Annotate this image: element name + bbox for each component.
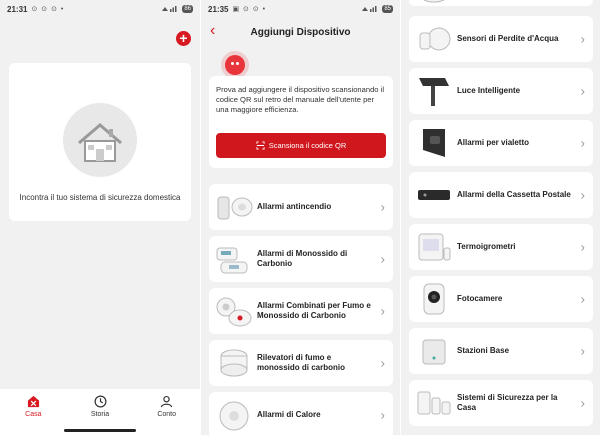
home-screen: 21:31 ⊙ ⊙ ⊙ • 86 + Incontra il tuo siste… [0, 0, 200, 435]
device-label: Termoigrometri [457, 242, 516, 251]
driveway-alarm-icon [423, 129, 445, 157]
device-label: Fotocamere [457, 294, 503, 303]
device-label: Allarmi Combinati per Fumo e Monossido d… [257, 301, 371, 320]
device-label: Allarmi di Calore [257, 410, 321, 419]
device-row-co[interactable]: Allarmi di Monossido di Carbonio › [209, 236, 393, 282]
status-time: 21:31 [7, 4, 28, 14]
notification-icons: ▣ ⊙ ⊙ • [232, 6, 267, 13]
scan-qr-label: Scansiona il codice QR [268, 141, 347, 150]
chevron-right-icon: › [580, 239, 585, 255]
device-label: Allarmi antincendio [257, 202, 332, 211]
device-row-thermo[interactable]: Termoigrometri › [409, 224, 593, 270]
mailbox-alarm-icon [418, 190, 450, 200]
nav-storia-label: Storia [90, 411, 110, 418]
chevron-right-icon: › [580, 83, 585, 99]
bottom-navigation: Casa Storia Conto [0, 389, 200, 435]
page-header: ‹ Aggiungi Dispositivo [201, 20, 400, 44]
chevron-right-icon: › [380, 199, 385, 215]
notification-icons: ⊙ ⊙ ⊙ • [31, 6, 65, 13]
device-label: Allarmi di Monossido di Carbonio [257, 249, 348, 268]
device-label: Sensori di Perdite d'Acqua [457, 34, 559, 43]
partial-device-icon [423, 0, 445, 3]
device-row-base[interactable]: Stazioni Base › [409, 328, 593, 374]
smoke-alarm-icon [217, 196, 253, 220]
chevron-right-icon: › [580, 343, 585, 359]
chevron-right-icon: › [580, 395, 585, 411]
qr-instruction-text: Prova ad aggiungere il dispositivo scans… [216, 85, 385, 115]
nav-casa[interactable]: Casa [0, 389, 67, 435]
heat-alarm-icon [219, 401, 249, 431]
signal-wifi-icon [162, 6, 177, 12]
security-system-icon [417, 391, 451, 415]
device-row-partial [409, 0, 593, 6]
scan-qr-button[interactable]: Scansiona il codice QR [216, 133, 386, 158]
page-title: Aggiungi Dispositivo [250, 26, 351, 38]
device-row-heat[interactable]: Allarmi di Calore › [209, 392, 393, 435]
device-label: Allarmi per vialetto [457, 138, 530, 147]
chevron-right-icon: › [380, 251, 385, 267]
qr-card: Prova ad aggiungere il dispositivo scans… [209, 76, 393, 168]
chevron-right-icon: › [580, 187, 585, 203]
chevron-right-icon: › [380, 303, 385, 319]
device-row-mailbox[interactable]: Allarmi della Cassetta Postale › [409, 172, 593, 218]
base-station-icon [422, 339, 446, 365]
chevron-right-icon: › [580, 291, 585, 307]
device-row-water[interactable]: Sensori di Perdite d'Acqua › [409, 16, 593, 62]
status-bar: 21:31 ⊙ ⊙ ⊙ • 86 [0, 0, 200, 18]
smart-light-icon [419, 78, 449, 106]
nav-conto[interactable]: Conto [133, 389, 200, 435]
nav-casa-label: Casa [25, 411, 42, 418]
device-row-driveway[interactable]: Allarmi per vialetto › [409, 120, 593, 166]
device-label: Sistemi di Sicurezza per la Casa [457, 393, 558, 412]
device-row-combo[interactable]: Allarmi Combinati per Fumo e Monossido d… [209, 288, 393, 334]
battery-indicator: 85 [382, 5, 393, 13]
chevron-right-icon: › [380, 407, 385, 423]
status-bar: 21:35 ▣ ⊙ ⊙ • 85 [201, 0, 400, 18]
add-device-button[interactable]: + [176, 31, 191, 46]
device-row-detector[interactable]: Rilevatori di fumo e monossido di carbon… [209, 340, 393, 386]
device-label: Rilevatori di fumo e monossido di carbon… [257, 353, 346, 372]
user-icon [160, 395, 173, 408]
device-label: Allarmi della Cassetta Postale [457, 190, 571, 199]
device-list-continued: Sensori di Perdite d'Acqua › Luce Intell… [400, 0, 600, 435]
detector-icon [220, 349, 248, 377]
add-device-screen: 21:35 ▣ ⊙ ⊙ • 85 ‹ Aggiungi Dispositivo … [200, 0, 400, 435]
status-time: 21:35 [208, 4, 229, 14]
mascot-icon [225, 55, 245, 75]
battery-indicator: 86 [182, 5, 193, 13]
chevron-right-icon: › [580, 135, 585, 151]
co-alarm-icon [216, 247, 248, 274]
signal-wifi-icon [362, 6, 377, 12]
device-row-system[interactable]: Sistemi di Sicurezza per la Casa › [409, 380, 593, 426]
chevron-right-icon: › [380, 355, 385, 371]
device-row-light[interactable]: Luce Intelligente › [409, 68, 593, 114]
scan-icon [256, 141, 265, 150]
device-label: Luce Intelligente [457, 86, 521, 95]
device-row-smoke[interactable]: Allarmi antincendio › [209, 184, 393, 230]
home-alert-icon [27, 395, 39, 408]
chevron-right-icon: › [580, 31, 585, 47]
thermohygrometer-icon [418, 233, 451, 261]
device-label: Stazioni Base [457, 346, 510, 355]
clock-icon [94, 395, 106, 408]
water-sensor-icon [419, 27, 451, 51]
empty-state-text: Incontra il tuo sistema di sicurezza dom… [19, 193, 181, 202]
nav-conto-label: Conto [157, 411, 177, 418]
camera-icon [423, 283, 445, 315]
combo-alarm-icon [216, 297, 252, 327]
back-chevron-icon[interactable]: ‹ [210, 20, 215, 42]
gesture-bar [64, 429, 136, 432]
empty-state-card: Incontra il tuo sistema di sicurezza dom… [9, 63, 191, 221]
house-illustration [63, 103, 137, 177]
device-row-camera[interactable]: Fotocamere › [409, 276, 593, 322]
